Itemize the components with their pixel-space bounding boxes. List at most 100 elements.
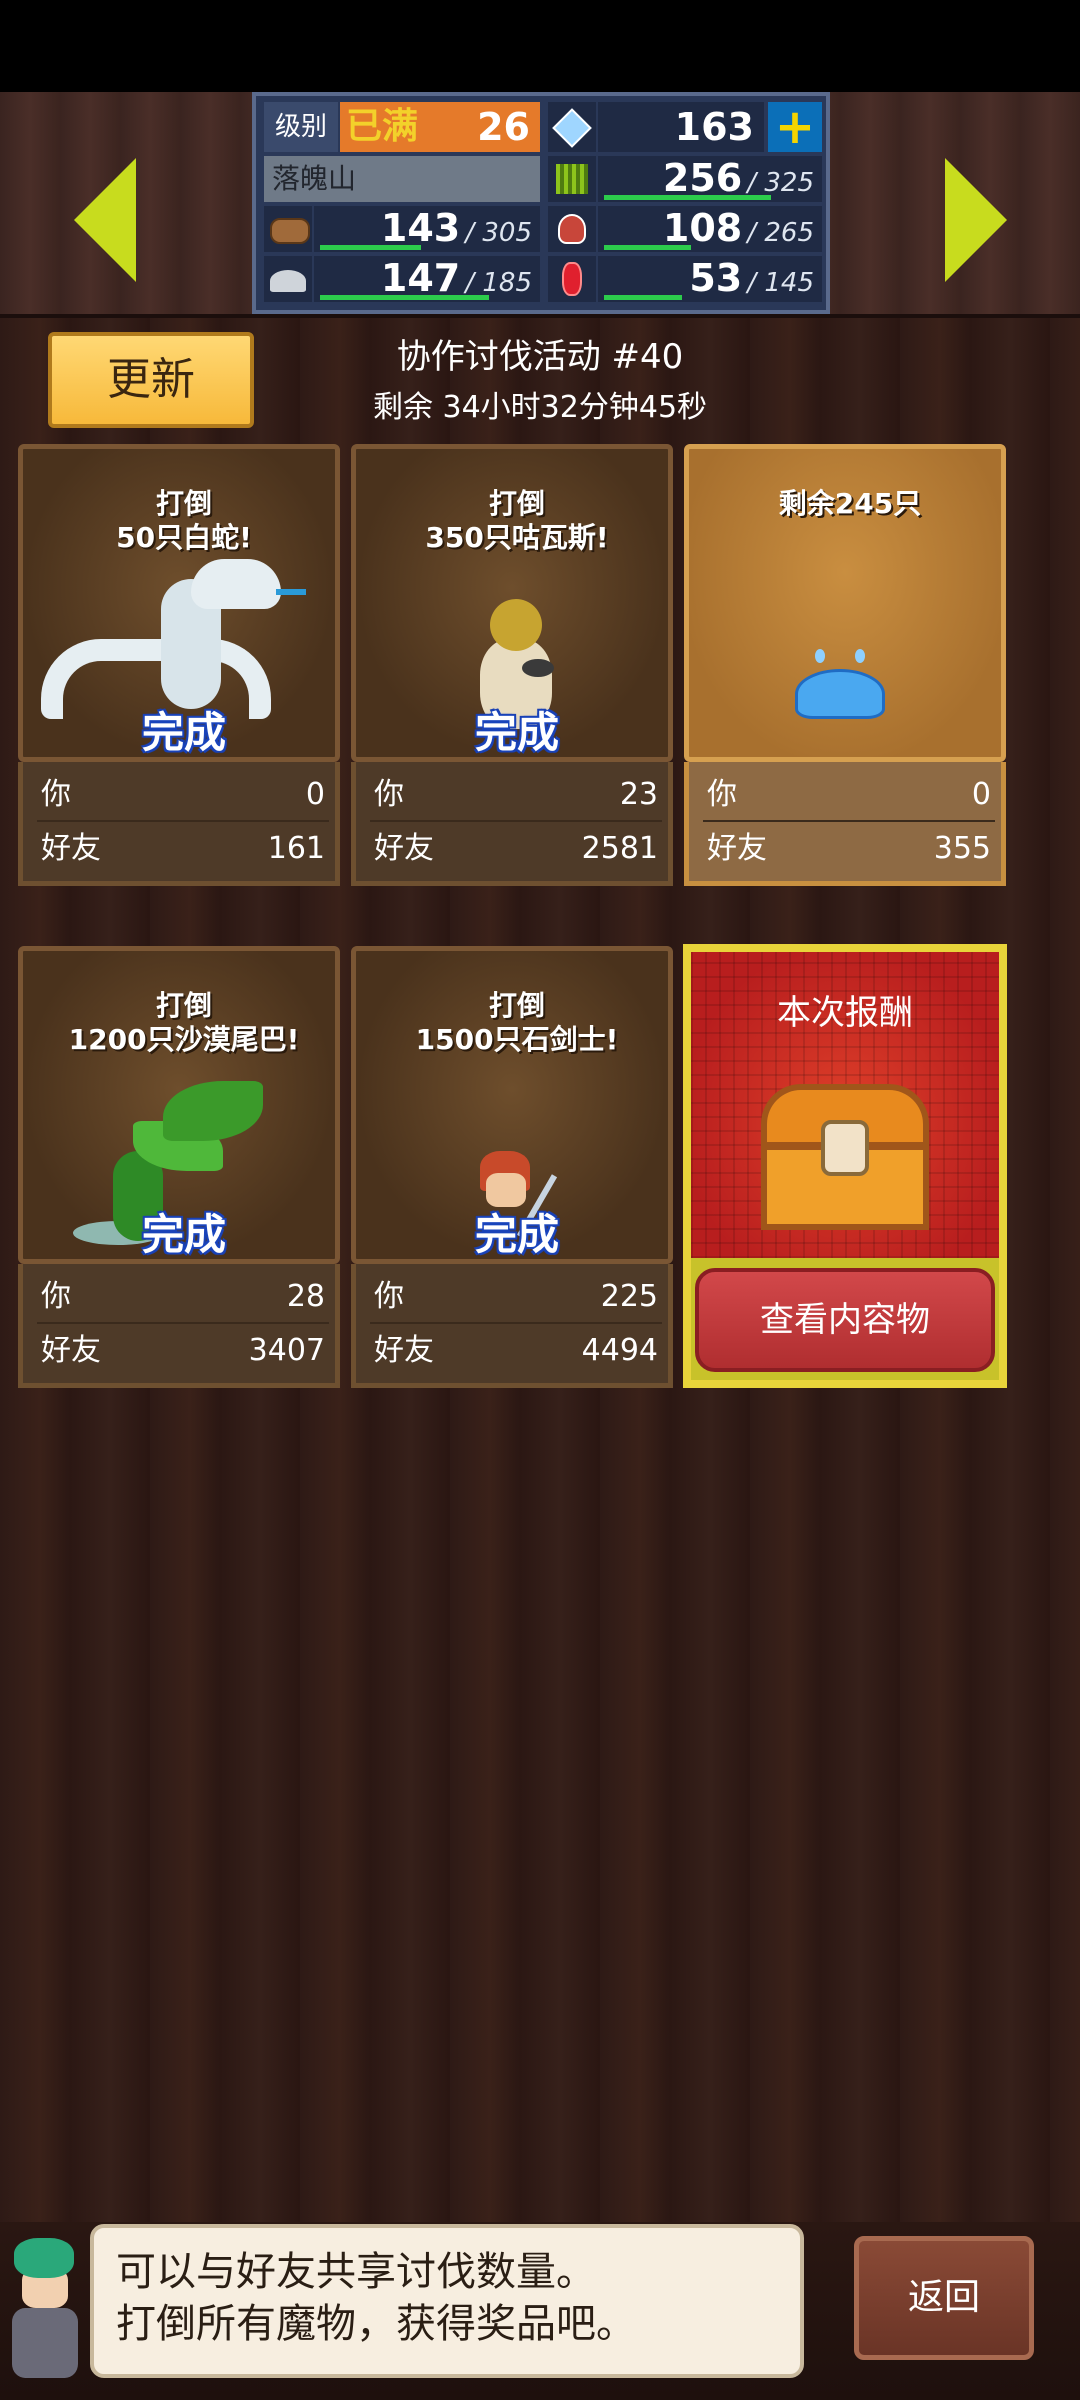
friends-label: 好友 <box>374 831 434 866</box>
refresh-button[interactable]: 更新 <box>48 332 254 428</box>
treasure-chest-icon <box>761 1084 929 1234</box>
event-title: 协作讨伐活动 #40 <box>396 337 684 377</box>
friends-count: 4494 <box>581 1333 658 1368</box>
resource-ruby-max: / 145 <box>747 268 814 298</box>
reward-card: 本次报酬 查看内容物 <box>683 944 1007 1388</box>
friends-count-row: 好友 161 <box>37 824 329 874</box>
resource-food: 108 / 265 <box>598 206 822 252</box>
resource-food-max: / 265 <box>747 218 814 248</box>
quest-complete-label: 完成 <box>474 708 559 757</box>
quest-card-art: 剩余245只 <box>684 444 1006 762</box>
resource-ore-bar <box>320 295 489 300</box>
quest-card-heading: 打倒 1500只石剑士! <box>415 989 619 1056</box>
quest-card-heading: 打倒 1200只沙漠尾巴! <box>68 989 300 1056</box>
resource-ruby-bar <box>604 295 682 300</box>
quest-complete-label: 完成 <box>141 1210 226 1259</box>
you-label: 你 <box>41 1279 71 1314</box>
gem-icon <box>548 102 596 152</box>
resource-wood-current: 143 <box>380 206 461 250</box>
slime-sprite <box>795 649 885 719</box>
you-label: 你 <box>707 777 737 812</box>
resource-wood: 143 / 305 <box>314 206 540 252</box>
you-count: 0 <box>971 777 991 812</box>
resource-grass-current: 256 <box>662 156 743 200</box>
you-count-row: 你 225 <box>370 1272 662 1324</box>
grass-icon <box>548 156 596 202</box>
friends-label: 好友 <box>41 831 101 866</box>
friends-count-row: 好友 3407 <box>37 1326 329 1376</box>
resource-ore-max: / 185 <box>465 268 532 298</box>
location-name: 落魄山 <box>264 156 540 202</box>
event-timer: 剩余 34小时32分钟45秒 <box>372 390 708 425</box>
you-count-row: 你0 <box>703 770 995 822</box>
dialog-line-1: 可以与好友共享讨伐数量。 <box>116 2249 596 2295</box>
dialog-line-2: 打倒所有魔物，获得奖品吧。 <box>116 2301 636 2347</box>
resource-ruby-current: 53 <box>689 256 743 300</box>
food-icon <box>548 206 596 252</box>
guide-npc-avatar <box>4 2238 88 2388</box>
you-count-row: 你 28 <box>37 1272 329 1324</box>
gem-value: 163 <box>674 105 754 149</box>
reward-panel: 本次报酬 <box>691 952 999 1258</box>
friends-count-row: 好友 4494 <box>370 1326 662 1376</box>
quest-complete-label: 完成 <box>474 1210 559 1259</box>
level-max-badge: 已满 <box>346 106 419 147</box>
view-contents-button[interactable]: 查看内容物 <box>695 1268 995 1372</box>
friends-label: 好友 <box>374 1333 434 1368</box>
friends-count: 161 <box>267 831 325 866</box>
you-label: 你 <box>374 1279 404 1314</box>
ruby-icon <box>548 256 596 302</box>
resource-ore-current: 147 <box>380 256 461 300</box>
wood-icon <box>264 206 312 252</box>
resource-food-bar <box>604 245 691 250</box>
quest-card-stats: 你 28 好友 3407 <box>18 1264 340 1388</box>
quest-card-heading: 打倒 50只白蛇! <box>116 487 252 554</box>
resource-grass: 256 / 325 <box>598 156 822 202</box>
quest-card-art: 打倒 350只咕瓦斯! 完成 <box>351 444 673 762</box>
you-count-row: 你 23 <box>370 770 662 822</box>
quest-card-stats: 你 225 好友 4494 <box>351 1264 673 1388</box>
level-box: 已满 26 <box>340 102 540 152</box>
friends-count: 2581 <box>581 831 658 866</box>
you-label: 你 <box>374 777 404 812</box>
quest-card-art: 打倒 1200只沙漠尾巴! 完成 <box>18 946 340 1264</box>
resource-wood-bar <box>320 245 421 250</box>
quest-card-art: 打倒 1500只石剑士! 完成 <box>351 946 673 1264</box>
friends-label: 好友 <box>41 1333 101 1368</box>
quest-card-art: 打倒 50只白蛇! 完成 <box>18 444 340 762</box>
status-bar <box>0 0 1080 92</box>
previous-arrow-icon[interactable] <box>74 158 136 282</box>
resource-grass-bar <box>604 195 771 200</box>
friends-label: 好友 <box>707 831 767 866</box>
friends-count-row: 好友 355 <box>703 824 995 874</box>
plus-icon: + <box>774 99 816 155</box>
resource-ore: 147 / 185 <box>314 256 540 302</box>
quest-complete-label: 完成 <box>141 708 226 757</box>
quest-card-heading: 打倒 350只咕瓦斯! <box>425 487 609 554</box>
you-count: 0 <box>305 777 325 812</box>
level-value: 26 <box>477 105 530 149</box>
back-button[interactable]: 返回 <box>854 2236 1034 2360</box>
next-arrow-icon[interactable] <box>945 158 1007 282</box>
resource-food-current: 108 <box>662 206 743 250</box>
add-gems-button[interactable]: + <box>768 102 822 152</box>
resource-grass-max: / 325 <box>747 168 814 198</box>
you-count: 23 <box>619 777 658 812</box>
ore-icon <box>264 256 312 302</box>
you-count-row: 你0 <box>37 770 329 822</box>
friends-count: 355 <box>933 831 991 866</box>
you-count: 225 <box>600 1279 658 1314</box>
you-label: 你 <box>41 777 71 812</box>
reward-title: 本次报酬 <box>777 993 913 1033</box>
quest-card-stats: 你0 好友 355 <box>684 762 1006 886</box>
quest-card-stats: 你 23 好友 2581 <box>351 762 673 886</box>
quest-card-stats: 你0 好友 161 <box>18 762 340 886</box>
friends-count: 3407 <box>248 1333 325 1368</box>
npc-dialog-box: 可以与好友共享讨伐数量。 打倒所有魔物，获得奖品吧。 <box>90 2224 804 2378</box>
you-count: 28 <box>286 1279 325 1314</box>
quest-remaining-heading: 剩余245只 <box>778 487 922 520</box>
resource-wood-max: / 305 <box>465 218 532 248</box>
friends-count-row: 好友 2581 <box>370 824 662 874</box>
resource-ruby: 53 / 145 <box>598 256 822 302</box>
resource-panel: 级别 已满 26 163 + 落魄山 256 / 325 143 / 305 1… <box>252 92 830 314</box>
